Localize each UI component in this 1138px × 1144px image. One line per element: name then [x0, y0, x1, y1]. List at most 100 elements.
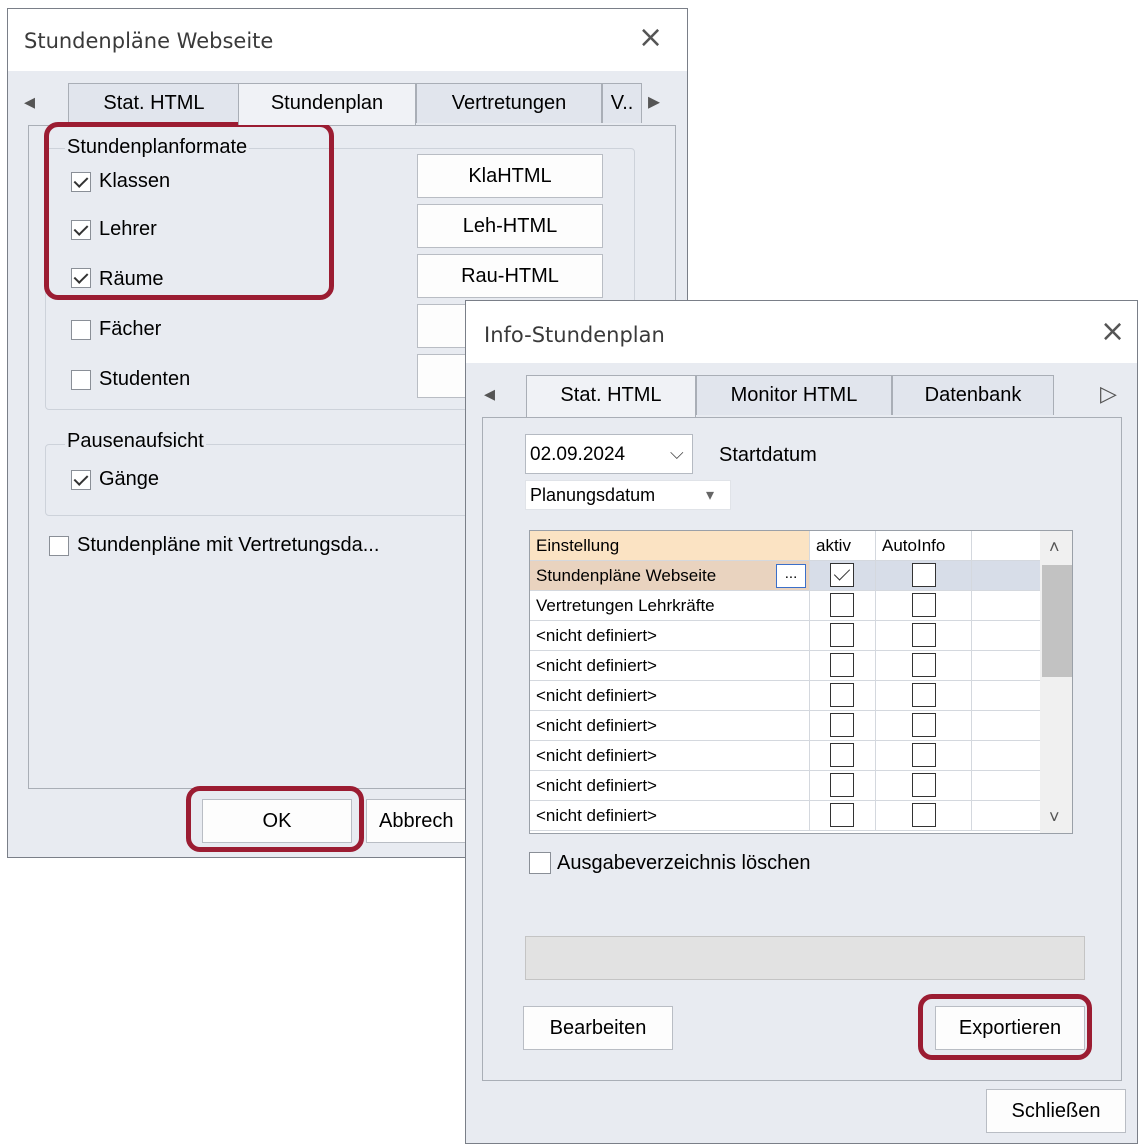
vertretungsdaten-checkbox[interactable] [49, 536, 69, 556]
tab-stundenplan[interactable]: Stundenplan [238, 83, 416, 125]
close-icon[interactable]: × [1100, 317, 1125, 347]
autoinfo-checkbox[interactable] [912, 653, 936, 677]
schliessen-button[interactable]: Schließen [986, 1089, 1126, 1133]
grid-row[interactable]: Stundenpläne Webseite... [530, 561, 1040, 591]
row-aktiv-cell [810, 621, 876, 650]
clear-output-checkbox[interactable] [529, 852, 551, 874]
exportieren-button[interactable]: Exportieren [935, 1006, 1085, 1050]
rau-html-button[interactable]: Rau-HTML [417, 254, 603, 298]
row-name-cell[interactable]: Vertretungen Lehrkräfte [530, 591, 810, 620]
header-aktiv[interactable]: aktiv [810, 531, 876, 560]
grid-row[interactable]: <nicht definiert> [530, 771, 1040, 801]
row-name-cell[interactable]: <nicht definiert> [530, 711, 810, 740]
tab-scroll-right-icon[interactable]: ▷ [1100, 381, 1117, 407]
autoinfo-checkbox[interactable] [912, 773, 936, 797]
aktiv-checkbox[interactable] [830, 623, 854, 647]
row-name-cell[interactable]: <nicht definiert> [530, 681, 810, 710]
raeume-checkbox[interactable] [71, 268, 91, 288]
row-name-cell[interactable]: <nicht definiert> [530, 801, 810, 830]
title-bar: Info-Stundenplan × [466, 301, 1137, 363]
scroll-up-icon[interactable]: ˄ [1049, 537, 1060, 558]
grid-row[interactable]: Vertretungen Lehrkräfte [530, 591, 1040, 621]
aktiv-checkbox[interactable] [830, 683, 854, 707]
row-name: <nicht definiert> [536, 626, 657, 645]
autoinfo-checkbox[interactable] [912, 593, 936, 617]
row-name: Stundenpläne Webseite [536, 566, 717, 585]
tab-vertretungen[interactable]: Vertretungen [416, 83, 602, 123]
scrollbar-thumb[interactable] [1042, 565, 1072, 677]
chevron-down-icon[interactable]: ⌵ [670, 443, 684, 464]
date-mode-value: Planungsdatum [530, 485, 656, 505]
gaenge-label: Gänge [99, 468, 160, 490]
aktiv-checkbox[interactable] [830, 743, 854, 767]
leh-html-button[interactable]: Leh-HTML [417, 204, 603, 248]
gaenge-checkbox[interactable] [71, 470, 91, 490]
studenten-label: Studenten [99, 368, 191, 390]
dialog-title: Stundenpläne Webseite [24, 29, 274, 53]
row-name-cell[interactable]: Stundenpläne Webseite... [530, 561, 810, 590]
grid-row[interactable]: <nicht definiert> [530, 651, 1040, 681]
date-mode-select[interactable]: Planungsdatum ▾ [525, 480, 731, 510]
aktiv-checkbox[interactable] [830, 593, 854, 617]
autoinfo-checkbox[interactable] [912, 803, 936, 827]
aktiv-checkbox[interactable] [830, 563, 854, 587]
grid-header: Einstellung aktiv AutoInfo [530, 531, 1040, 561]
row-autoinfo-cell [876, 801, 972, 830]
header-autoinfo[interactable]: AutoInfo [876, 531, 972, 560]
autoinfo-checkbox[interactable] [912, 683, 936, 707]
row-autoinfo-cell [876, 711, 972, 740]
grid-row[interactable]: <nicht definiert> [530, 621, 1040, 651]
lehrer-label: Lehrer [99, 218, 157, 240]
tab-more[interactable]: V.. [602, 83, 642, 123]
ok-button[interactable]: OK [202, 799, 352, 843]
dialog-title: Info-Stundenplan [484, 323, 665, 347]
scroll-down-icon[interactable]: ˅ [1049, 807, 1060, 828]
row-name-cell[interactable]: <nicht definiert> [530, 621, 810, 650]
lehrer-checkbox[interactable] [71, 220, 91, 240]
tab-monitor-html[interactable]: Monitor HTML [696, 375, 892, 415]
tab-panel: 02.09.2024 ⌵ Startdatum Planungsdatum ▾ … [482, 417, 1122, 1081]
aktiv-checkbox[interactable] [830, 653, 854, 677]
tab-scroll-left-icon[interactable]: ◂ [484, 381, 495, 407]
info-stundenplan-dialog: Info-Stundenplan × ◂ Stat. HTML Monitor … [465, 300, 1138, 1144]
dropdown-arrow-icon[interactable]: ▾ [706, 485, 714, 505]
row-aktiv-cell [810, 591, 876, 620]
klahtml-button[interactable]: KlaHTML [417, 154, 603, 198]
tab-scroll-right-icon[interactable]: ▸ [648, 87, 660, 116]
tab-datenbank[interactable]: Datenbank [892, 375, 1054, 415]
autoinfo-checkbox[interactable] [912, 623, 936, 647]
grid-row[interactable]: <nicht definiert> [530, 741, 1040, 771]
faecher-checkbox[interactable] [71, 320, 91, 340]
row-name-cell[interactable]: <nicht definiert> [530, 741, 810, 770]
row-name-cell[interactable]: <nicht definiert> [530, 771, 810, 800]
row-autoinfo-cell [876, 681, 972, 710]
tab-stat-html[interactable]: Stat. HTML [526, 375, 696, 417]
close-icon[interactable]: × [638, 23, 663, 53]
row-name: Vertretungen Lehrkräfte [536, 596, 715, 615]
bearbeiten-button[interactable]: Bearbeiten [523, 1006, 673, 1050]
ellipsis-button[interactable]: ... [776, 564, 806, 588]
row-aktiv-cell [810, 801, 876, 830]
aktiv-checkbox[interactable] [830, 803, 854, 827]
vertretungsdaten-label: Stundenpläne mit Vertretungsda... [77, 534, 380, 556]
autoinfo-checkbox[interactable] [912, 713, 936, 737]
row-name-cell[interactable]: <nicht definiert> [530, 651, 810, 680]
aktiv-checkbox[interactable] [830, 773, 854, 797]
studenten-checkbox[interactable] [71, 370, 91, 390]
klassen-checkbox[interactable] [71, 172, 91, 192]
grid-row[interactable]: <nicht definiert> [530, 711, 1040, 741]
row-aktiv-cell [810, 651, 876, 680]
tab-stat-html[interactable]: Stat. HTML [68, 83, 240, 123]
grid-scrollbar[interactable]: ˄ ˅ [1040, 531, 1072, 833]
row-aktiv-cell [810, 681, 876, 710]
tab-scroll-left-icon[interactable]: ◂ [24, 89, 35, 115]
formats-group-label: Stundenplanformate [65, 136, 250, 159]
autoinfo-checkbox[interactable] [912, 563, 936, 587]
row-name: <nicht definiert> [536, 686, 657, 705]
grid-row[interactable]: <nicht definiert> [530, 681, 1040, 711]
autoinfo-checkbox[interactable] [912, 743, 936, 767]
start-date-picker[interactable]: 02.09.2024 ⌵ [525, 434, 693, 474]
grid-row[interactable]: <nicht definiert> [530, 801, 1040, 831]
aktiv-checkbox[interactable] [830, 713, 854, 737]
header-einstellung[interactable]: Einstellung [530, 531, 810, 560]
